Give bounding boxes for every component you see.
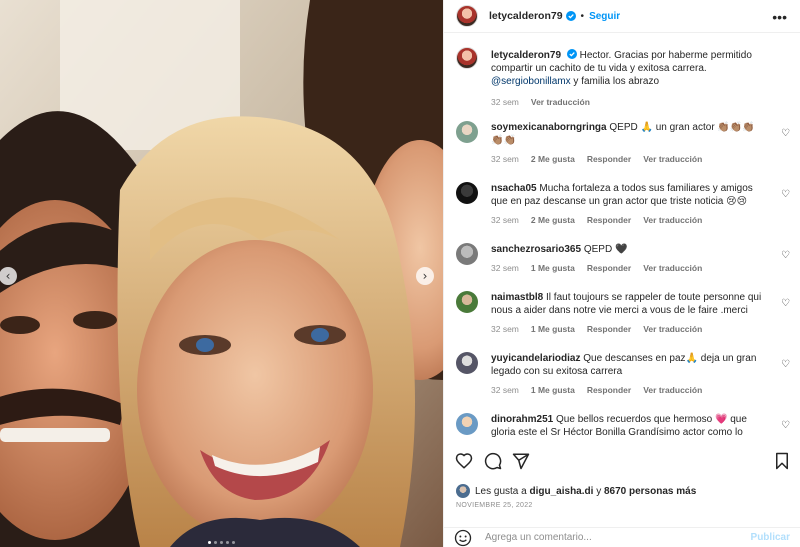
commenter-avatar[interactable] — [456, 291, 478, 313]
post-action-bar — [444, 452, 800, 474]
slide-dot — [220, 541, 223, 544]
chevron-left-icon: ‹ — [5, 268, 11, 283]
reply-button[interactable]: Responder — [587, 154, 631, 164]
caption-username[interactable]: letycalderon79 — [491, 50, 561, 61]
comment-item: sanchezrosario365 QEPD 🖤 32 sem 1 Me gus… — [444, 243, 790, 273]
comment-item: naimastbl8 Il faut toujours se rappeler … — [444, 291, 790, 334]
commenter-avatar[interactable] — [456, 352, 478, 374]
translate-link[interactable]: Ver traducción — [643, 324, 702, 334]
comment-time: 32 sem — [491, 154, 519, 164]
comments-list[interactable]: letycalderon79 Hector. Gracias por haber… — [444, 34, 800, 441]
caption-meta: 32 sem Ver traducción — [491, 97, 767, 107]
slide-dot — [232, 541, 235, 544]
slide-dot — [214, 541, 217, 544]
comment-time: 32 sem — [491, 324, 519, 334]
caption-avatar[interactable] — [456, 47, 478, 69]
author-username[interactable]: letycalderon79 — [489, 10, 563, 22]
translate-link[interactable]: Ver traducción — [643, 154, 702, 164]
comment-meta: 32 sem 1 Me gusta Responder Ver traducci… — [491, 385, 767, 395]
likes-prefix: Les gusta a — [475, 485, 527, 497]
header-separator: • — [580, 10, 585, 22]
reply-button[interactable]: Responder — [587, 385, 631, 395]
likes-count[interactable]: 8670 personas más — [604, 486, 696, 497]
slide-indicator — [0, 541, 443, 544]
comment-time: 32 sem — [491, 215, 519, 225]
comment-meta: 32 sem 1 Me gusta Responder Ver traducci… — [491, 324, 767, 334]
comment-likes[interactable]: 1 Me gusta — [531, 263, 575, 273]
commenter-username[interactable]: dinorahm251 — [491, 414, 553, 425]
save-bookmark-icon[interactable] — [774, 452, 790, 470]
translate-link[interactable]: Ver traducción — [643, 385, 702, 395]
publish-comment-button[interactable]: Publicar — [751, 532, 790, 543]
comment-likes[interactable]: 2 Me gusta — [531, 154, 575, 164]
commenter-avatar[interactable] — [456, 243, 478, 265]
like-heart-icon[interactable] — [455, 452, 473, 470]
post-date: NOVIEMBRE 25, 2022 — [456, 502, 533, 509]
likes-summary: Les gusta a digu_aisha.di y 8670 persona… — [456, 484, 696, 498]
follow-button[interactable]: Seguir — [589, 11, 620, 22]
commenter-username[interactable]: naimastbl8 — [491, 292, 543, 303]
add-comment-bar: Publicar — [444, 527, 800, 547]
reply-button[interactable]: Responder — [587, 324, 631, 334]
commenter-avatar[interactable] — [456, 182, 478, 204]
caption-body-end: y familia los abrazo — [570, 76, 660, 87]
chevron-right-icon: › — [422, 268, 428, 283]
post-side-panel: letycalderon79 • Seguir ••• letycalderon… — [443, 0, 800, 547]
comment-likes[interactable]: 2 Me gusta — [531, 215, 575, 225]
share-send-icon[interactable] — [512, 452, 530, 470]
comment-item: soymexicanaborngringa QEPD 🙏 un gran act… — [444, 121, 790, 164]
more-options-icon[interactable]: ••• — [772, 9, 787, 25]
photo-image — [0, 0, 443, 547]
post-caption: letycalderon79 Hector. Gracias por haber… — [444, 47, 800, 107]
comment-text: QEPD 🖤 — [583, 244, 628, 255]
post-header: letycalderon79 • Seguir ••• — [444, 0, 800, 33]
emoji-smiley-icon[interactable] — [454, 529, 472, 547]
likes-connector: y — [596, 485, 602, 497]
verified-badge-icon — [565, 11, 576, 21]
commenter-avatar[interactable] — [456, 121, 478, 143]
comment-item: nsacha05 Mucha fortaleza a todos sus fam… — [444, 182, 790, 225]
caption-text: letycalderon79 Hector. Gracias por haber… — [491, 49, 767, 88]
translate-link[interactable]: Ver traducción — [643, 215, 702, 225]
comment-likes[interactable]: 1 Me gusta — [531, 385, 575, 395]
caption-translate-link[interactable]: Ver traducción — [531, 97, 590, 107]
commenter-avatar[interactable] — [456, 413, 478, 435]
comment-meta: 32 sem 2 Me gusta Responder Ver traducci… — [491, 154, 767, 164]
caption-time: 32 sem — [491, 97, 519, 107]
comment-meta: 32 sem 1 Me gusta Responder Ver traducci… — [491, 263, 767, 273]
comment-meta: 32 sem 2 Me gusta Responder Ver traducci… — [491, 215, 767, 225]
commenter-username[interactable]: soymexicanaborngringa — [491, 122, 607, 133]
slide-dot — [208, 541, 211, 544]
reply-button[interactable]: Responder — [587, 263, 631, 273]
next-slide-button[interactable]: › — [416, 267, 434, 285]
reply-button[interactable]: Responder — [587, 215, 631, 225]
author-avatar[interactable] — [456, 5, 478, 27]
comment-likes[interactable]: 1 Me gusta — [531, 324, 575, 334]
comment-time: 32 sem — [491, 385, 519, 395]
commenter-username[interactable]: nsacha05 — [491, 183, 537, 194]
slide-dot — [226, 541, 229, 544]
commenter-username[interactable]: sanchezrosario365 — [491, 244, 581, 255]
verified-badge-icon — [566, 49, 577, 59]
translate-link[interactable]: Ver traducción — [643, 263, 702, 273]
caption-mention-link[interactable]: @sergiobonillamx — [491, 76, 571, 87]
liker-avatar[interactable] — [456, 484, 470, 498]
instagram-post-modal: ‹ › letycalderon79 • Seguir ••• letycald… — [0, 0, 800, 547]
comment-time: 32 sem — [491, 263, 519, 273]
comment-input[interactable] — [485, 532, 745, 543]
comment-item: dinorahm251 Que bellos recuerdos que her… — [444, 413, 790, 439]
commenter-username[interactable]: yuyicandelariodiaz — [491, 353, 580, 364]
comment-item: yuyicandelariodiaz Que descanses en paz🙏… — [444, 352, 790, 395]
comment-bubble-icon[interactable] — [484, 452, 502, 470]
post-photo[interactable]: ‹ › — [0, 0, 443, 547]
liker-username[interactable]: digu_aisha.di — [530, 486, 594, 497]
